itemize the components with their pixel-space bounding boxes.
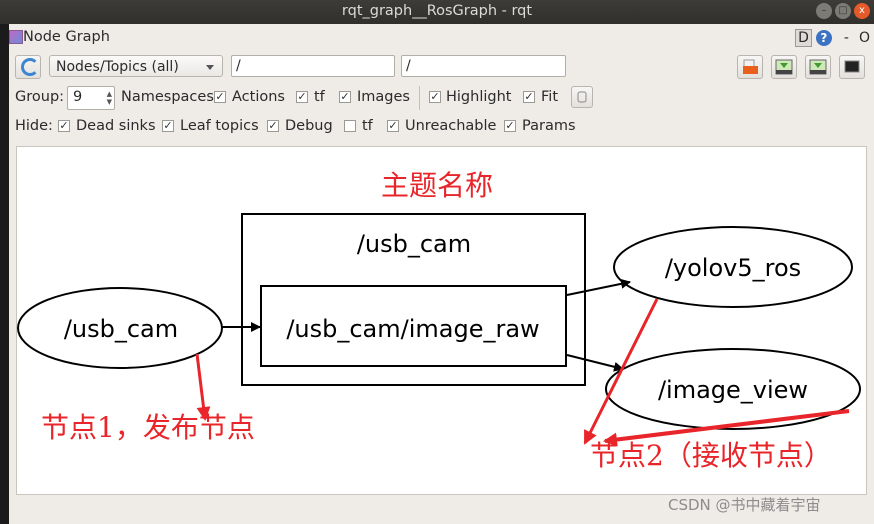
separator [419, 86, 420, 110]
chevron-down-icon [206, 65, 214, 70]
graph-mode-value: Nodes/Topics (all) [56, 59, 179, 75]
graph-svg: /usb_cam /usb_cam/image_raw /usb_cam /yo… [17, 169, 861, 472]
highlight-checkbox[interactable]: ✓ [429, 91, 441, 103]
save-dot-icon [775, 59, 793, 75]
window-titlebar: rqt_graph__RosGraph - rqt – □ x [0, 0, 874, 24]
edge-topic-to-image-view [566, 354, 624, 372]
plugin-title: Node Graph [23, 29, 110, 45]
annotation-arrow-yolov5 [583, 298, 659, 445]
watermark: CSDN @书中藏着宇宙 [668, 496, 821, 514]
hide-tf-label: tf [362, 118, 373, 134]
close-plugin-button[interactable]: O [859, 30, 870, 46]
save-svg-icon [809, 59, 827, 75]
annotation-arrow-image-view [603, 409, 850, 447]
node-yolov5-ros-label: /yolov5_ros [665, 254, 801, 282]
node-graph-icon [9, 30, 23, 44]
params-label: Params [522, 118, 576, 134]
screen-icon [844, 60, 860, 73]
highlight-label: Highlight [446, 89, 512, 105]
fit-in-view-button[interactable] [571, 86, 593, 108]
hide-label: Hide: [15, 118, 53, 134]
refresh-icon [21, 58, 39, 76]
images-label: Images [357, 89, 410, 105]
graph-mode-select[interactable]: Nodes/Topics (all) [49, 55, 223, 77]
dead-sinks-checkbox[interactable]: ✓ [58, 120, 70, 132]
topic-filter-input[interactable]: / [401, 55, 566, 77]
save-dot-button[interactable] [771, 55, 797, 79]
load-dot-button[interactable] [737, 55, 763, 79]
debug-checkbox[interactable]: ✓ [267, 120, 279, 132]
actions-label: Actions [232, 89, 285, 105]
graph-canvas[interactable]: /usb_cam /usb_cam/image_raw /usb_cam /yo… [16, 146, 867, 495]
save-image-button[interactable] [839, 55, 865, 79]
debug-label: Debug [285, 118, 333, 134]
group-label: Group: [15, 89, 65, 105]
group-value: 9 [73, 89, 83, 105]
group-row: Group: 9 ▲ ▼ Namespaces ✓ Actions ✓ tf ✓ … [15, 86, 865, 110]
node-usb-cam-label: /usb_cam [64, 315, 178, 343]
dead-sinks-label: Dead sinks [76, 118, 156, 134]
hide-tf-checkbox[interactable] [344, 120, 356, 132]
fit-checkbox[interactable]: ✓ [523, 91, 535, 103]
topic-label: /usb_cam/image_raw [286, 315, 539, 343]
leaf-topics-checkbox[interactable]: ✓ [162, 120, 174, 132]
edge-topic-to-yolov5 [566, 278, 631, 296]
help-icon[interactable]: ? [815, 30, 832, 46]
window-title: rqt_graph__RosGraph - rqt [341, 3, 533, 19]
unreachable-label: Unreachable [405, 118, 497, 134]
annotation-arrow-node1 [195, 353, 211, 421]
dock-button[interactable]: D [795, 29, 812, 47]
folder-open-icon [743, 59, 758, 74]
refresh-button[interactable] [15, 55, 41, 79]
actions-checkbox[interactable]: ✓ [214, 91, 226, 103]
unreachable-checkbox[interactable]: ✓ [387, 120, 399, 132]
namespaces-label: Namespaces [121, 89, 214, 105]
tf-label: tf [314, 89, 325, 105]
minimize-plugin-button[interactable]: - [844, 30, 849, 46]
background-terminal-strip [0, 0, 9, 524]
close-button[interactable]: x [854, 3, 870, 19]
annotation-topic-name: 主题名称 [381, 169, 493, 202]
maximize-button[interactable]: □ [835, 3, 851, 19]
minimize-button[interactable]: – [816, 3, 832, 19]
images-checkbox[interactable]: ✓ [339, 91, 351, 103]
namespace-label: /usb_cam [357, 230, 471, 258]
params-checkbox[interactable]: ✓ [504, 120, 516, 132]
hide-row: Hide: ✓ Dead sinks ✓ Leaf topics ✓ Debug… [15, 117, 865, 139]
plugin-header: Node Graph D ? - O [9, 24, 874, 51]
node-filter-input[interactable]: / [231, 55, 395, 77]
group-spinbox[interactable]: 9 ▲ ▼ [67, 86, 115, 110]
annotation-node1: 节点1，发布节点 [41, 411, 255, 444]
node-image-view-label: /image_view [658, 376, 808, 404]
save-svg-button[interactable] [805, 55, 831, 79]
toolbar-row: Nodes/Topics (all) / / [15, 54, 865, 79]
spin-arrows-icon[interactable]: ▲ ▼ [107, 90, 112, 106]
tf-checkbox[interactable]: ✓ [296, 91, 308, 103]
leaf-topics-label: Leaf topics [180, 118, 259, 134]
fit-label: Fit [541, 89, 558, 105]
annotation-node2: 节点2（接收节点） [590, 439, 832, 472]
fit-icon [577, 91, 587, 103]
